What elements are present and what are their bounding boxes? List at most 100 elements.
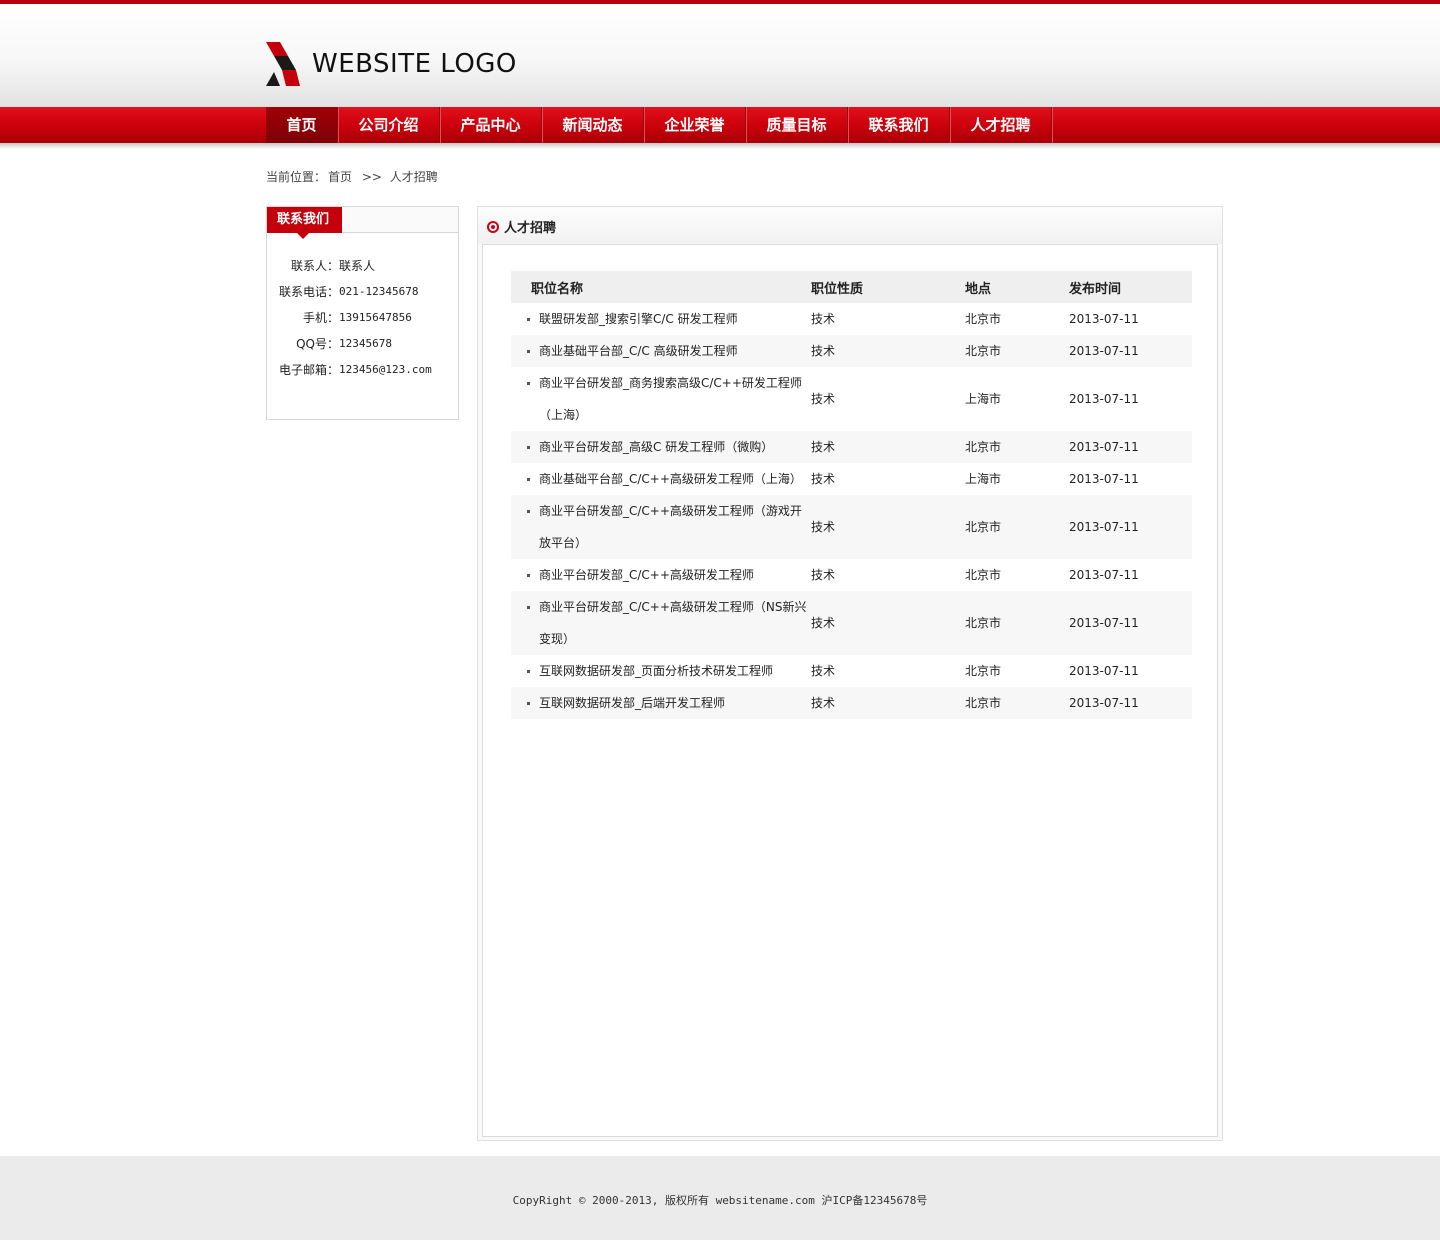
job-location: 上海市	[965, 392, 1002, 406]
job-location: 北京市	[965, 664, 1002, 678]
contact-row-email: 电子邮箱： 123456@123.com	[267, 357, 458, 383]
job-type: 技术	[811, 591, 965, 655]
job-date: 2013-07-11	[1069, 335, 1192, 367]
contact-email-label: 电子邮箱：	[278, 363, 339, 377]
breadcrumb-home-link[interactable]: 首页	[328, 170, 352, 184]
job-date: 2013-07-11	[1069, 431, 1192, 463]
table-row[interactable]: 商业平台研发部_C/C++高级研发工程师（NS新兴变现） 技术 北京市 2013-07…	[511, 591, 1192, 655]
job-date: 2013-07-11	[1069, 392, 1139, 406]
nav-item-about[interactable]: 公司介绍	[338, 107, 440, 143]
job-title-link[interactable]: 商业平台研发部_C/C++高级研发工程师（NS新兴变现）	[511, 591, 811, 655]
jobs-table: 职位名称 职位性质 地点 发布时间 联盟研发部_搜索引擎C/C 研发工程师 技术北…	[511, 271, 1192, 719]
table-row[interactable]: 商业基础平台部_C/C 高级研发工程师 技术 北京市 2013-07-11	[511, 335, 1192, 367]
job-type: 技术	[811, 312, 836, 326]
job-title-link[interactable]: 商业基础平台部_C/C++高级研发工程师（上海）	[511, 463, 811, 495]
col-header-location: 地点	[965, 271, 1069, 303]
nav-item-careers[interactable]: 人才招聘	[950, 107, 1052, 143]
sidebar-header: 联系我们	[267, 207, 458, 239]
job-type: 技术	[811, 472, 836, 486]
breadcrumb: 当前位置： 首页 >> 人才招聘	[266, 168, 440, 185]
logo-text: WEBSITE LOGO	[312, 49, 517, 79]
contact-email-value[interactable]: 123456@123.com	[339, 357, 432, 383]
col-header-date: 发布时间	[1069, 271, 1192, 303]
job-location: 北京市	[965, 335, 1069, 367]
main-nav: 首页 公司介绍 产品中心 新闻动态 企业荣誉 质量目标 联系我们 人才招聘	[0, 107, 1440, 143]
contact-phone-label: 联系电话：	[278, 285, 339, 299]
contact-row-qq: QQ号： 12345678	[267, 331, 458, 357]
breadcrumb-current: 人才招聘	[389, 170, 438, 184]
table-row[interactable]: 互联网数据研发部_后端开发工程师 技术 北京市 2013-07-11	[511, 687, 1192, 719]
job-date: 2013-07-11	[1069, 664, 1139, 678]
job-type: 技术	[811, 568, 836, 582]
contact-person-label: 联系人：	[290, 259, 339, 273]
job-location: 北京市	[965, 568, 1002, 582]
job-date: 2013-07-11	[1069, 495, 1192, 559]
job-type: 技术	[811, 687, 965, 719]
table-row[interactable]: 互联网数据研发部_页面分析技术研发工程师 技术 北京市 2013-07-11	[511, 655, 1192, 687]
table-row[interactable]: 商业平台研发部_C/C++高级研发工程师 技术 北京市 2013-07-11	[511, 559, 1192, 591]
job-date: 2013-07-11	[1069, 591, 1192, 655]
nav-item-contact[interactable]: 联系我们	[848, 107, 950, 143]
jobs-table-header: 职位名称 职位性质 地点 发布时间	[511, 271, 1192, 303]
contact-row-mobile: 手机： 13915647856	[267, 305, 458, 331]
contact-row-phone: 联系电话： 021-12345678	[267, 279, 458, 305]
sidebar-contact-box: 联系我们 联系人： 联系人 联系电话： 021-12345678 手机： 139…	[266, 206, 459, 420]
job-title-link[interactable]: 联盟研发部_搜索引擎C/C 研发工程师	[511, 303, 811, 335]
job-type: 技术	[811, 495, 965, 559]
header: WEBSITE LOGO	[0, 4, 1440, 107]
contact-qq-label: QQ号：	[296, 337, 339, 351]
col-header-type: 职位性质	[811, 271, 965, 303]
logo-mark-icon	[266, 42, 300, 86]
job-date: 2013-07-11	[1069, 687, 1192, 719]
job-location: 北京市	[965, 495, 1069, 559]
table-row[interactable]: 商业平台研发部_商务搜索高级C/C++研发工程师（上海） 技术 上海市 2013-07…	[511, 367, 1192, 431]
main-panel-title: 人才招聘	[504, 221, 557, 236]
job-title-link[interactable]: 互联网数据研发部_后端开发工程师	[511, 687, 811, 719]
nav-shadow	[0, 143, 1440, 149]
job-title-link[interactable]: 商业平台研发部_C/C++高级研发工程师	[511, 559, 811, 591]
target-bullet-icon	[487, 221, 499, 233]
job-date: 2013-07-11	[1069, 568, 1139, 582]
nav-item-products[interactable]: 产品中心	[440, 107, 542, 143]
table-row[interactable]: 商业平台研发部_C/C++高级研发工程师（游戏开放平台） 技术 北京市 2013-07…	[511, 495, 1192, 559]
job-title-link[interactable]: 商业平台研发部_商务搜索高级C/C++研发工程师（上海）	[511, 367, 811, 431]
contact-person-value: 联系人	[339, 259, 376, 273]
breadcrumb-prefix: 当前位置：	[266, 170, 327, 184]
table-row[interactable]: 商业平台研发部_高级C 研发工程师（微购） 技术 北京市 2013-07-11	[511, 431, 1192, 463]
job-date: 2013-07-11	[1069, 312, 1139, 326]
job-type: 技术	[811, 664, 836, 678]
job-location: 北京市	[965, 312, 1002, 326]
contact-row-person: 联系人： 联系人	[267, 253, 458, 279]
sidebar-title: 联系我们	[267, 207, 342, 239]
job-type: 技术	[811, 392, 836, 406]
col-header-title: 职位名称	[511, 271, 811, 303]
contact-mobile-label: 手机：	[302, 311, 339, 325]
main-panel-header: 人才招聘	[478, 207, 1222, 244]
job-title-link[interactable]: 商业平台研发部_C/C++高级研发工程师（游戏开放平台）	[511, 495, 811, 559]
job-date: 2013-07-11	[1069, 472, 1139, 486]
nav-item-quality[interactable]: 质量目标	[746, 107, 848, 143]
job-title-link[interactable]: 互联网数据研发部_页面分析技术研发工程师	[511, 655, 811, 687]
footer-copyright: CopyRight © 2000-2013, 版权所有 websitename.…	[512, 1194, 928, 1207]
nav-item-home[interactable]: 首页	[266, 107, 338, 143]
footer: CopyRight © 2000-2013, 版权所有 websitename.…	[0, 1156, 1440, 1240]
table-row[interactable]: 联盟研发部_搜索引擎C/C 研发工程师 技术 北京市 2013-07-11	[511, 303, 1192, 335]
job-title-link[interactable]: 商业平台研发部_高级C 研发工程师（微购）	[511, 431, 811, 463]
nav-item-news[interactable]: 新闻动态	[542, 107, 644, 143]
job-location: 上海市	[965, 472, 1002, 486]
job-location: 北京市	[965, 591, 1069, 655]
contact-phone-value: 021-12345678	[339, 285, 419, 298]
job-location: 北京市	[965, 431, 1069, 463]
contact-qq-value: 12345678	[339, 337, 392, 350]
jobs-table-body: 联盟研发部_搜索引擎C/C 研发工程师 技术 北京市 2013-07-11 商业基础平台…	[511, 303, 1192, 719]
table-row[interactable]: 商业基础平台部_C/C++高级研发工程师（上海） 技术 上海市 2013-07-11	[511, 463, 1192, 495]
job-title-link[interactable]: 商业基础平台部_C/C 高级研发工程师	[511, 335, 811, 367]
nav-item-honors[interactable]: 企业荣誉	[644, 107, 746, 143]
contact-mobile-value: 13915647856	[339, 311, 412, 324]
breadcrumb-separator: >>	[361, 170, 382, 184]
site-logo[interactable]: WEBSITE LOGO	[266, 42, 517, 86]
contact-info: 联系人： 联系人 联系电话： 021-12345678 手机： 13915647…	[267, 233, 458, 383]
main-panel-body: 职位名称 职位性质 地点 发布时间 联盟研发部_搜索引擎C/C 研发工程师 技术北…	[482, 244, 1218, 1137]
job-location: 北京市	[965, 687, 1069, 719]
job-type: 技术	[811, 335, 965, 367]
